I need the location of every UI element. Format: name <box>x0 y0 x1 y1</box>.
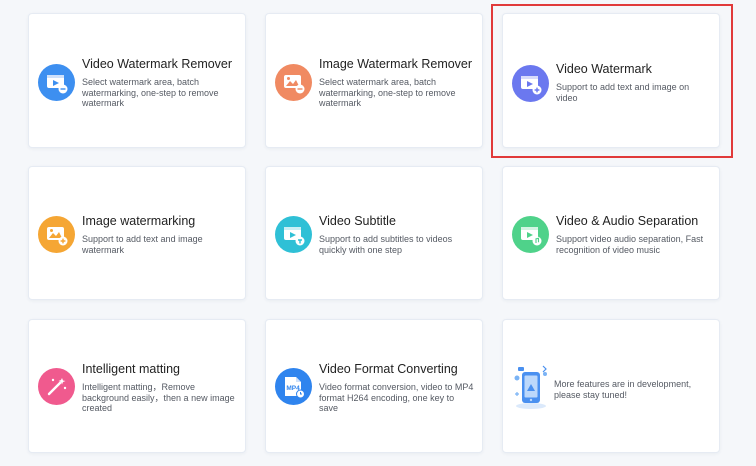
card-description: Support to add text and image watermark <box>82 234 203 255</box>
card-video-watermark[interactable]: Video Watermark Support to add text and … <box>502 13 720 148</box>
card-title: Video & Audio Separation <box>556 214 699 228</box>
card-video-format-converting[interactable]: MP4 Video Format Converting Video format… <box>265 319 483 453</box>
in-development-illustration-icon <box>512 364 550 410</box>
card-title: Image Watermark Remover <box>319 57 473 71</box>
card-title: Video Format Converting <box>319 362 458 376</box>
card-description: Support to add text and image on video <box>556 82 690 103</box>
video-format-converting-icon: MP4 <box>275 368 312 405</box>
card-title: Video Watermark Remover <box>82 57 233 71</box>
video-watermark-remover-icon <box>38 64 75 101</box>
card-description: Intelligent matting，Remove background ea… <box>82 382 235 413</box>
card-description: Select watermark area, batch watermarkin… <box>319 77 456 108</box>
card-title: Video Watermark <box>556 62 652 76</box>
image-watermarking-icon <box>38 216 75 253</box>
card-title: Video Subtitle <box>319 214 396 228</box>
video-audio-separation-icon <box>512 216 549 253</box>
card-description: Support to add subtitles to videos quick… <box>319 234 453 255</box>
video-watermark-icon <box>512 65 549 102</box>
card-description: Select watermark area, batch watermarkin… <box>82 77 219 108</box>
card-description: Support video audio separation, Fast rec… <box>556 234 704 255</box>
card-image-watermark-remover[interactable]: Image Watermark Remover Select watermark… <box>265 13 483 148</box>
card-intelligent-matting[interactable]: Intelligent matting Intelligent matting，… <box>28 319 246 453</box>
image-watermark-remover-icon <box>275 64 312 101</box>
card-more-features: More features are in development, please… <box>502 319 720 453</box>
card-title: Image watermarking <box>82 214 196 228</box>
card-video-subtitle[interactable]: Video Subtitle Support to add subtitles … <box>265 166 483 300</box>
more-features-text: More features are in development, please… <box>554 379 692 400</box>
card-description: Video format conversion, video to MP4 fo… <box>319 382 474 413</box>
card-video-watermark-remover[interactable]: Video Watermark Remover Select watermark… <box>28 13 246 148</box>
video-subtitle-icon <box>275 216 312 253</box>
card-video-audio-separation[interactable]: Video & Audio Separation Support video a… <box>502 166 720 300</box>
intelligent-matting-icon <box>38 368 75 405</box>
card-image-watermarking[interactable]: Image watermarking Support to add text a… <box>28 166 246 300</box>
card-title: Intelligent matting <box>82 362 180 376</box>
